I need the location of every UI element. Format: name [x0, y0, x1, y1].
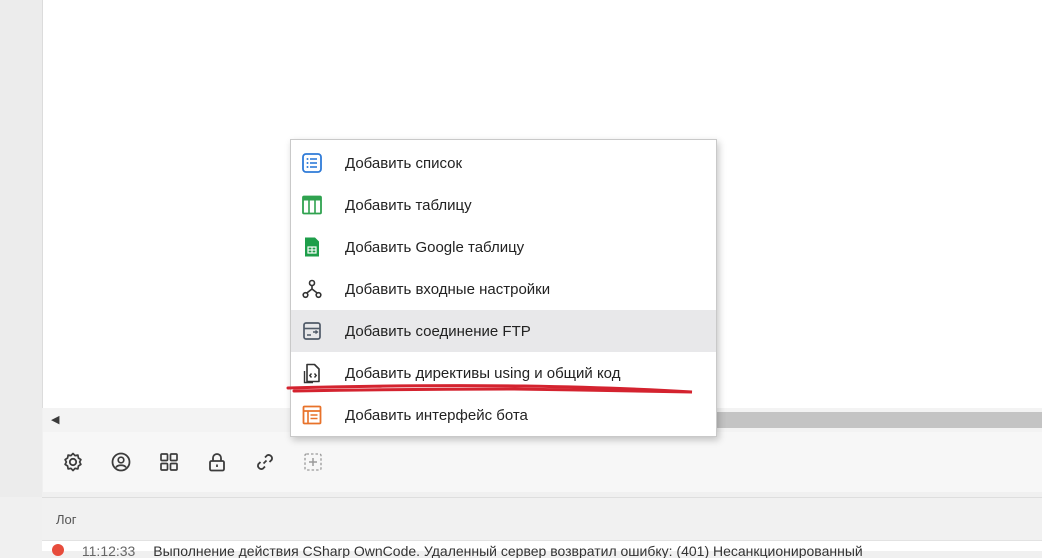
- link-icon[interactable]: [253, 450, 277, 474]
- log-entry-time: 11:12:33: [81, 544, 136, 558]
- ftp-icon: [300, 319, 324, 343]
- menu-item-add-input-settings[interactable]: Добавить входные настройки: [291, 268, 716, 310]
- menu-item-label: Добавить входные настройки: [345, 280, 551, 298]
- settings-icon[interactable]: [61, 450, 85, 474]
- table-icon: [300, 193, 324, 217]
- left-gutter: [0, 0, 42, 497]
- code-file-icon: [300, 361, 324, 385]
- menu-item-add-bot-interface[interactable]: Добавить интерфейс бота: [291, 394, 716, 436]
- menu-item-add-table[interactable]: Добавить таблицу: [291, 184, 716, 226]
- menu-item-add-using-directives[interactable]: Добавить директивы using и общий код: [291, 352, 716, 394]
- lock-icon[interactable]: [205, 450, 229, 474]
- menu-item-add-ftp-connection[interactable]: Добавить соединение FTP: [291, 310, 716, 352]
- bottom-toolbar: [43, 432, 1042, 492]
- menu-item-label: Добавить таблицу: [345, 196, 472, 214]
- log-header: Лог: [42, 498, 1042, 541]
- log-title: Лог: [56, 512, 77, 527]
- user-circle-icon[interactable]: [109, 450, 133, 474]
- log-panel: Лог 11:12:33 Выполнение действия CSharp …: [42, 497, 1042, 558]
- bot-interface-icon: [300, 403, 324, 427]
- menu-item-label: Добавить список: [345, 154, 463, 172]
- log-entry-text: Выполнение действия CSharp OwnCode. Удал…: [153, 544, 863, 558]
- menu-item-add-list[interactable]: Добавить список: [291, 142, 716, 184]
- scroll-left-arrow-icon[interactable]: ◀: [51, 413, 59, 427]
- menu-item-label: Добавить Google таблицу: [345, 238, 525, 256]
- log-entry[interactable]: 11:12:33 Выполнение действия CSharp OwnC…: [52, 544, 1042, 558]
- list-icon: [300, 151, 324, 175]
- add-box-icon[interactable]: [301, 450, 325, 474]
- menu-item-add-google-sheet[interactable]: Добавить Google таблицу: [291, 226, 716, 268]
- add-resource-context-menu: Добавить список Добавить таблицу Добавит…: [290, 139, 717, 437]
- menu-item-label: Добавить соединение FTP: [345, 322, 531, 340]
- error-dot-icon: [52, 544, 64, 556]
- menu-item-label: Добавить интерфейс бота: [345, 406, 528, 424]
- menu-item-label: Добавить директивы using и общий код: [345, 364, 621, 382]
- scrollbar-thumb[interactable]: [713, 412, 1042, 428]
- grid-icon[interactable]: [157, 450, 181, 474]
- google-sheets-icon: [300, 235, 324, 259]
- input-settings-icon: [300, 277, 324, 301]
